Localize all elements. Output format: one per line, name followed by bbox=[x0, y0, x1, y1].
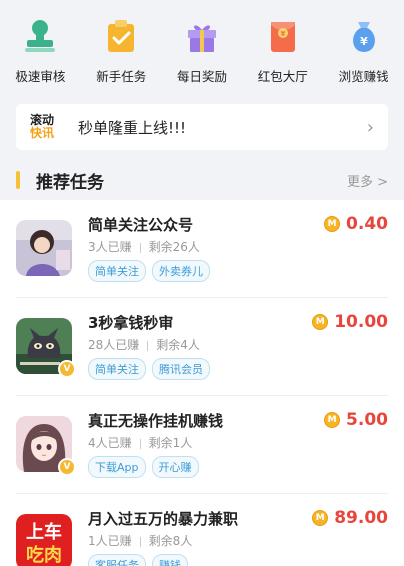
news-ticker[interactable]: 滚动 快讯 秒单隆重上线!!! › bbox=[16, 104, 388, 150]
ticker-text: 秒单隆重上线!!! bbox=[78, 118, 187, 137]
red-envelope-icon: ¥ bbox=[263, 16, 303, 56]
coin-icon: M bbox=[312, 314, 329, 330]
task-title: 3秒拿钱秒审 bbox=[88, 314, 174, 332]
quick-action-label: 红包大厅 bbox=[257, 69, 308, 84]
task-thumbnail: 上车 吃肉 bbox=[16, 514, 72, 566]
clipboard-check-icon bbox=[101, 16, 141, 56]
task-reward-amount: 5.00 bbox=[346, 410, 388, 430]
task-reward: M 89.00 bbox=[312, 508, 388, 528]
more-link[interactable]: 更多 > bbox=[347, 171, 388, 190]
task-tag: 简单关注 bbox=[88, 260, 146, 282]
task-earned-count: 28人已赚 bbox=[88, 338, 140, 352]
svg-text:¥: ¥ bbox=[280, 30, 285, 38]
task-item[interactable]: 上车 吃肉 月入过五万的暴力兼职 1人已赚 剩余8人 客服任务 赚钱 M 89.0… bbox=[0, 494, 404, 566]
task-reward-amount: 89.00 bbox=[334, 508, 388, 528]
task-thumbnail bbox=[16, 220, 72, 276]
task-tag: 客服任务 bbox=[88, 554, 146, 566]
task-reward: M 0.40 bbox=[324, 214, 388, 234]
task-tags: 下载App 开心赚 bbox=[88, 456, 199, 478]
money-bag-icon: ¥ bbox=[344, 16, 384, 56]
task-tags: 简单关注 腾讯会员 bbox=[88, 358, 210, 380]
task-tag: 外卖券儿 bbox=[152, 260, 210, 282]
section-title: 推荐任务 bbox=[36, 172, 104, 193]
task-remaining-count: 剩余26人 bbox=[148, 240, 200, 254]
task-item[interactable]: V 真正无操作挂机赚钱 4人已赚 剩余1人 下载App 开心赚 M 5.00 bbox=[0, 396, 404, 494]
ticker-logo-line2: 快讯 bbox=[29, 126, 54, 140]
section-accent-bar bbox=[16, 171, 20, 189]
quick-action-daily-reward[interactable]: 每日奖励 bbox=[162, 0, 243, 94]
task-meta: 4人已赚 剩余1人 bbox=[88, 434, 192, 451]
quick-action-red-envelope-hall[interactable]: ¥ 红包大厅 bbox=[242, 0, 323, 94]
task-meta: 1人已赚 剩余8人 bbox=[88, 532, 192, 549]
task-tags: 客服任务 赚钱 bbox=[88, 554, 188, 566]
task-remaining-count: 剩余4人 bbox=[156, 338, 200, 352]
quick-action-browse-earn[interactable]: ¥ 浏览赚钱 bbox=[323, 0, 404, 94]
svg-text:¥: ¥ bbox=[360, 35, 368, 48]
task-remaining-count: 剩余1人 bbox=[148, 436, 193, 450]
task-earned-count: 4人已赚 bbox=[88, 436, 132, 450]
task-meta: 3人已赚 剩余26人 bbox=[88, 238, 200, 255]
task-remaining-count: 剩余8人 bbox=[148, 534, 193, 548]
verified-badge-icon: V bbox=[58, 360, 76, 378]
quick-actions: 极速审核 新手任务 每日奖励 ¥ 红包大厅 ¥ 浏览赚钱 bbox=[0, 0, 404, 94]
coin-icon: M bbox=[324, 412, 341, 428]
quick-action-label: 浏览赚钱 bbox=[338, 69, 389, 84]
chevron-right-icon: › bbox=[366, 116, 374, 138]
task-title: 简单关注公众号 bbox=[88, 216, 194, 234]
task-tag: 简单关注 bbox=[88, 358, 146, 380]
task-tags: 简单关注 外卖券儿 bbox=[88, 260, 210, 282]
quick-action-label: 极速审核 bbox=[15, 69, 66, 84]
task-tag: 赚钱 bbox=[152, 554, 188, 566]
task-item[interactable]: 简单关注公众号 3人已赚 剩余26人 简单关注 外卖券儿 M 0.40 bbox=[0, 200, 404, 298]
task-meta: 28人已赚 剩余4人 bbox=[88, 336, 200, 353]
quick-action-newbie-tasks[interactable]: 新手任务 bbox=[81, 0, 162, 94]
task-item[interactable]: V 3秒拿钱秒审 28人已赚 剩余4人 简单关注 腾讯会员 M 10.00 bbox=[0, 298, 404, 396]
svg-text:吃肉: 吃肉 bbox=[26, 544, 62, 566]
task-tag: 腾讯会员 bbox=[152, 358, 210, 380]
quick-action-fast-review[interactable]: 极速审核 bbox=[0, 0, 81, 94]
quick-action-label: 每日奖励 bbox=[176, 69, 227, 84]
coin-icon: M bbox=[324, 216, 341, 232]
task-list: 简单关注公众号 3人已赚 剩余26人 简单关注 外卖券儿 M 0.40 V 3秒… bbox=[0, 200, 404, 566]
task-reward-amount: 0.40 bbox=[346, 214, 388, 234]
stamp-icon bbox=[20, 16, 60, 56]
task-earned-count: 1人已赚 bbox=[88, 534, 132, 548]
svg-text:上车: 上车 bbox=[26, 521, 62, 543]
task-reward: M 10.00 bbox=[312, 312, 388, 332]
section-header: 推荐任务 更多 > bbox=[0, 160, 404, 200]
task-title: 真正无操作挂机赚钱 bbox=[88, 412, 224, 430]
coin-icon: M bbox=[312, 510, 329, 526]
task-tag: 下载App bbox=[88, 456, 146, 478]
task-reward-amount: 10.00 bbox=[334, 312, 388, 332]
verified-badge-icon: V bbox=[58, 458, 76, 476]
gift-icon bbox=[182, 16, 222, 56]
task-title: 月入过五万的暴力兼职 bbox=[88, 510, 239, 528]
task-tag: 开心赚 bbox=[151, 456, 199, 478]
task-reward: M 5.00 bbox=[324, 410, 388, 430]
task-earned-count: 3人已赚 bbox=[88, 240, 132, 254]
quick-action-label: 新手任务 bbox=[96, 69, 147, 84]
ticker-logo: 滚动 快讯 bbox=[24, 114, 60, 140]
